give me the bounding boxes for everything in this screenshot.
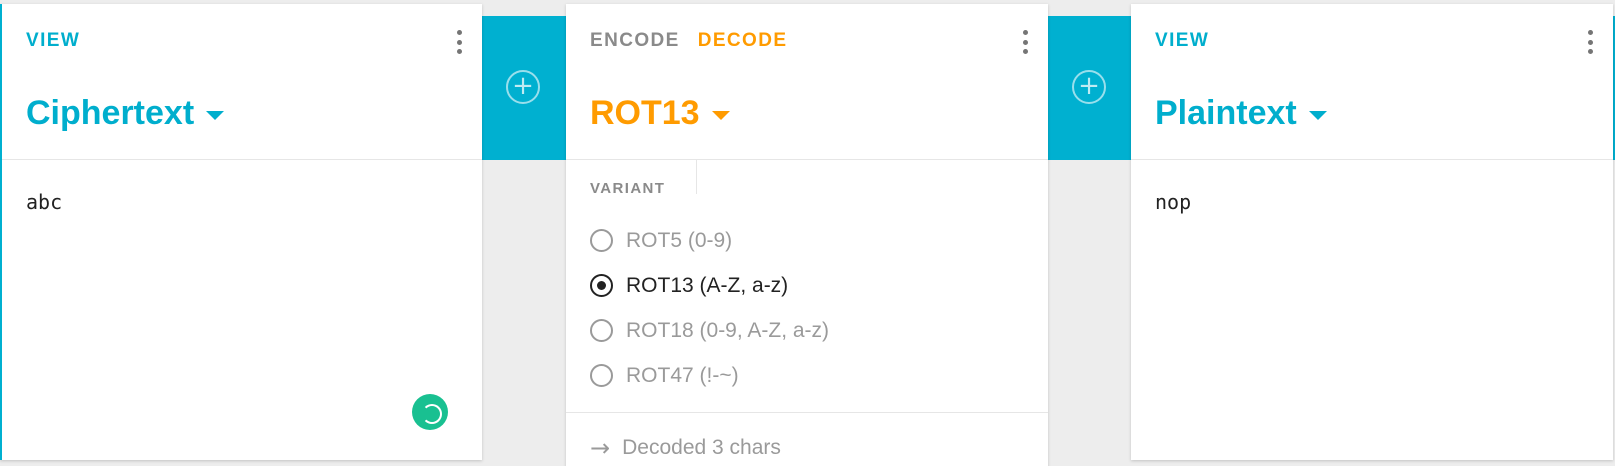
variant-label: VARIANT xyxy=(590,180,666,197)
view-label: VIEW xyxy=(1155,30,1210,51)
format-label: Ciphertext xyxy=(26,94,195,132)
format-selector[interactable]: Plaintext xyxy=(1155,94,1327,133)
kebab-menu-icon[interactable] xyxy=(456,30,462,54)
divider xyxy=(566,412,1048,413)
radio-icon[interactable] xyxy=(590,364,613,387)
card-header: VIEW Plaintext xyxy=(1131,4,1613,160)
rot13-encoder-card: ENCODE DECODE ROT13 VARIANT ROT5 (0-9) R… xyxy=(566,4,1048,466)
encoder-title: ROT13 xyxy=(590,94,700,132)
caret-down-icon xyxy=(1308,111,1327,120)
radio-icon[interactable] xyxy=(590,319,613,342)
format-label: Plaintext xyxy=(1155,94,1297,132)
plaintext-content[interactable]: nop xyxy=(1155,190,1191,214)
spinner-icon xyxy=(412,394,448,430)
mode-tabs: ENCODE DECODE xyxy=(590,30,787,52)
variant-option-rot5[interactable]: ROT5 (0-9) xyxy=(590,218,829,263)
ciphertext-view-card: VIEW Ciphertext abc xyxy=(0,4,482,460)
divider xyxy=(696,160,697,194)
radio-selected-icon[interactable] xyxy=(590,274,613,297)
option-label: ROT13 (A-Z, a-z) xyxy=(626,273,789,297)
option-label: ROT18 (0-9, A-Z, a-z) xyxy=(626,318,830,342)
plaintext-view-card: VIEW Plaintext nop xyxy=(1131,4,1613,460)
variant-options: ROT5 (0-9) ROT13 (A-Z, a-z) ROT18 (0-9, … xyxy=(590,218,829,398)
variant-option-rot13[interactable]: ROT13 (A-Z, a-z) xyxy=(590,263,829,308)
card-header: ENCODE DECODE ROT13 xyxy=(566,4,1048,160)
option-label: ROT47 (!-~) xyxy=(626,363,739,387)
arrow-right-icon: → xyxy=(590,434,611,462)
radio-icon[interactable] xyxy=(590,229,613,252)
card-header: VIEW Ciphertext xyxy=(2,4,482,160)
variant-option-rot47[interactable]: ROT47 (!-~) xyxy=(590,353,829,398)
option-label: ROT5 (0-9) xyxy=(626,228,733,252)
kebab-menu-icon[interactable] xyxy=(1587,30,1593,54)
tab-decode[interactable]: DECODE xyxy=(698,30,788,52)
add-brick-button-2[interactable]: + xyxy=(1072,70,1106,104)
status-text: Decoded 3 chars xyxy=(622,436,781,459)
kebab-menu-icon[interactable] xyxy=(1022,30,1028,54)
format-selector[interactable]: Ciphertext xyxy=(26,94,225,133)
caret-down-icon xyxy=(711,111,730,120)
status-message: → Decoded 3 chars xyxy=(590,434,781,462)
tab-encode[interactable]: ENCODE xyxy=(590,30,680,52)
caret-down-icon xyxy=(206,111,225,120)
view-label: VIEW xyxy=(26,30,81,51)
encoder-selector[interactable]: ROT13 xyxy=(590,94,730,133)
variant-option-rot18[interactable]: ROT18 (0-9, A-Z, a-z) xyxy=(590,308,829,353)
add-brick-button-1[interactable]: + xyxy=(506,70,540,104)
ciphertext-content[interactable]: abc xyxy=(26,190,62,214)
